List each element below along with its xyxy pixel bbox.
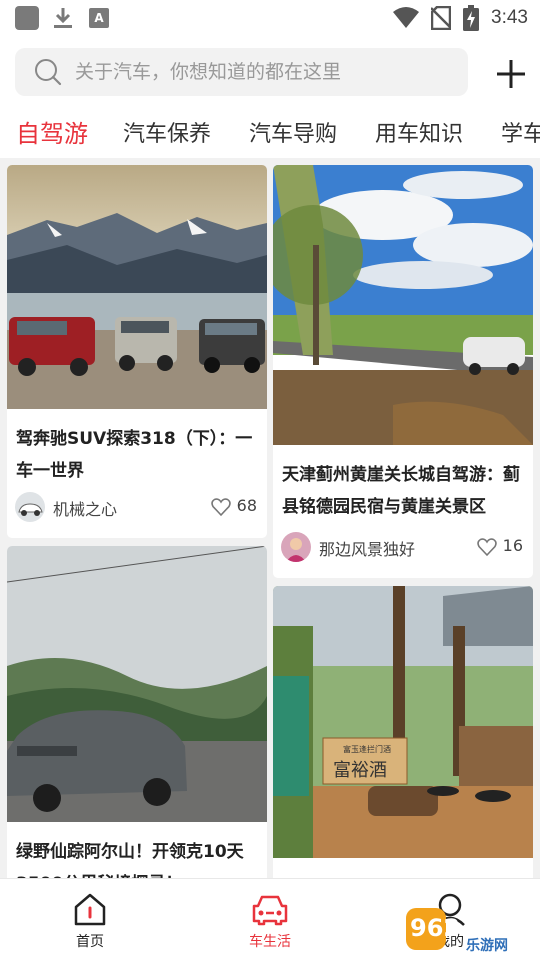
- author-name[interactable]: 机械之心: [53, 496, 117, 520]
- sign-text: 富裕酒: [333, 760, 387, 781]
- status-bar: A 3:43: [0, 0, 540, 36]
- search-input[interactable]: [75, 61, 455, 83]
- category-tabs: 自驾游 汽车保养 汽车导购 用车知识 学车: [0, 110, 540, 158]
- no-sim-icon: [431, 6, 452, 30]
- article-card[interactable]: 驾奔驰SUV探索318（下）：一车一世界 机械之心 68: [7, 165, 267, 538]
- card-image-village-wine-table[interactable]: 富玉逢拦门酒 富裕酒: [273, 586, 533, 858]
- card-image-road-sunny-trees[interactable]: [273, 165, 533, 445]
- like-count: 68: [236, 496, 257, 515]
- a-badge-icon: A: [89, 8, 109, 28]
- heart-icon[interactable]: [477, 537, 497, 557]
- battery-charging-icon: [463, 5, 480, 31]
- article-card[interactable]: 富玉逢拦门酒 富裕酒: [273, 586, 533, 886]
- article-card[interactable]: 天津蓟州黄崖关长城自驾游：蓟县铭德园民宿与黄崖关景区 那边风景独好 16: [273, 165, 533, 578]
- author-name[interactable]: 那边风景独好: [319, 536, 415, 560]
- card-title[interactable]: 天津蓟州黄崖关长城自驾游：蓟县铭德园民宿与黄崖关景区: [282, 459, 526, 523]
- card-meta: 机械之心 68: [15, 491, 259, 523]
- heart-icon[interactable]: [211, 497, 231, 517]
- author-avatar[interactable]: [15, 492, 45, 522]
- tab-learn-driving[interactable]: 学车: [501, 116, 540, 148]
- car-icon: [252, 895, 288, 926]
- home-icon: [74, 893, 106, 926]
- nav-car-life-label: 车生活: [249, 934, 291, 950]
- search-bar-row: [0, 36, 540, 110]
- tab-car-buying-guide[interactable]: 汽车导购: [249, 116, 337, 148]
- card-image-mountain-lake-suvs[interactable]: [7, 165, 267, 409]
- tab-car-knowledge[interactable]: 用车知识: [375, 116, 463, 148]
- notification-app-icon: [15, 6, 39, 30]
- sign-small-text: 富玉逢拦门酒: [343, 744, 391, 754]
- svg-text:乐游网: 乐游网: [466, 937, 508, 954]
- download-icon: [54, 8, 72, 28]
- wifi-icon: [393, 7, 420, 28]
- add-plus-icon[interactable]: [495, 58, 527, 90]
- site-watermark-logo: 962.NET 乐游网: [406, 908, 523, 954]
- status-time: 3:43: [491, 7, 528, 28]
- nav-car-life[interactable]: 车生活: [230, 891, 310, 951]
- card-title[interactable]: 驾奔驰SUV探索318（下）：一车一世界: [16, 423, 260, 487]
- search-icon: [35, 59, 62, 86]
- card-meta: 那边风景独好 16: [281, 531, 525, 563]
- tab-self-drive[interactable]: 自驾游: [16, 114, 88, 149]
- nav-home[interactable]: 首页: [50, 891, 130, 951]
- nav-home-label: 首页: [76, 934, 104, 950]
- author-avatar[interactable]: [281, 532, 311, 562]
- search-box[interactable]: [15, 48, 468, 96]
- card-image-misty-hills-suv[interactable]: [7, 546, 267, 822]
- like-count: 16: [502, 536, 523, 555]
- article-card[interactable]: 绿野仙踪阿尔山！开领克10天3500公里秘境探寻！: [7, 546, 267, 886]
- tab-car-maintenance[interactable]: 汽车保养: [123, 116, 211, 148]
